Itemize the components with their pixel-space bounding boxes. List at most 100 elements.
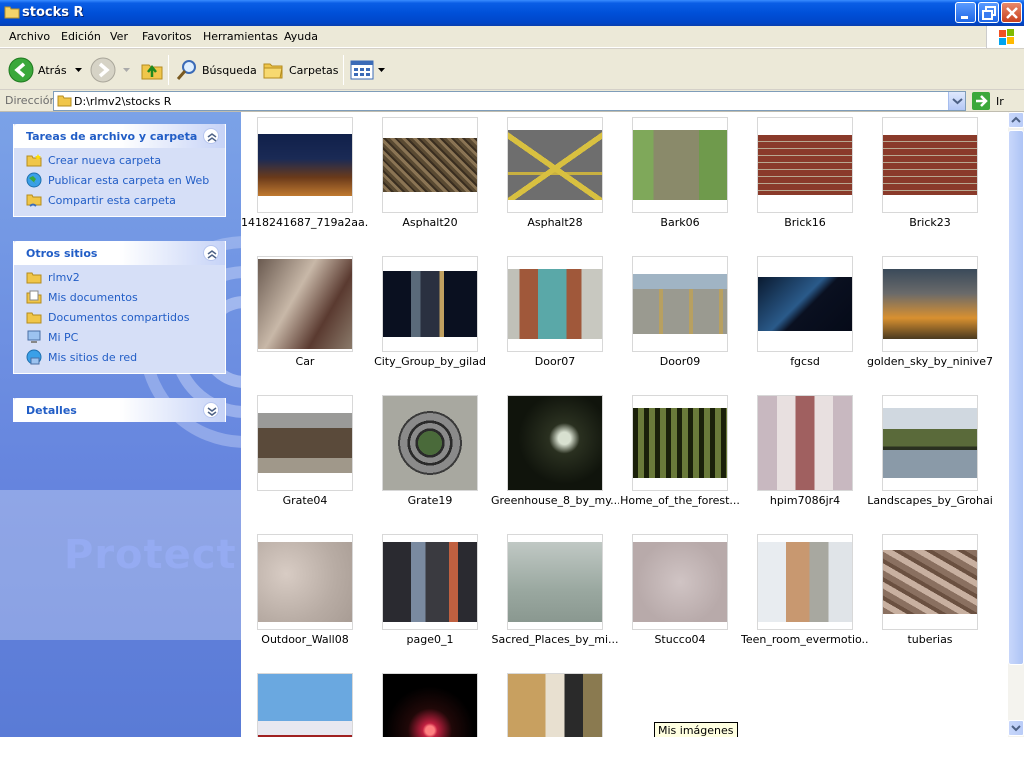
collapse-icon[interactable]: [203, 128, 219, 144]
thumbnail-frame[interactable]: [632, 534, 728, 630]
menu-ayuda[interactable]: Ayuda: [284, 30, 318, 43]
folders-button[interactable]: Carpetas: [262, 55, 338, 85]
file-name[interactable]: Landscapes_by_Grohai: [866, 494, 994, 507]
file-name[interactable]: Car: [241, 355, 369, 368]
menu-ver[interactable]: Ver: [110, 30, 128, 43]
thumbnail-frame[interactable]: [507, 256, 603, 352]
file-thumbnail[interactable]: Door07: [491, 251, 615, 376]
file-thumbnail[interactable]: Car: [241, 251, 365, 376]
thumbnail-frame[interactable]: [507, 117, 603, 213]
thumbnail-view[interactable]: 1418241687_719a2aa... Asphalt20 Asphalt28 B…: [241, 112, 1008, 737]
file-name[interactable]: Teen_room_evermotio...: [741, 633, 869, 646]
back-dropdown-icon[interactable]: [74, 68, 82, 72]
thumbnail-frame[interactable]: [632, 256, 728, 352]
file-thumbnail[interactable]: Bark06: [616, 112, 740, 237]
forward-button[interactable]: [90, 55, 130, 85]
search-button[interactable]: Búsqueda: [175, 55, 257, 85]
file-name[interactable]: Grate19: [366, 494, 494, 507]
file-thumbnail[interactable]: tuberias: [866, 529, 990, 654]
place-shared-documents[interactable]: Documentos compartidos: [14, 307, 225, 327]
file-thumbnail[interactable]: Sacred_Places_by_mi...: [491, 529, 619, 654]
place-rlmv2[interactable]: rlmv2: [14, 267, 225, 287]
file-name[interactable]: Sacred_Places_by_mi...: [491, 633, 619, 646]
thumbnail-frame[interactable]: [257, 673, 353, 737]
thumbnail-frame[interactable]: [382, 673, 478, 737]
thumbnail-frame[interactable]: [882, 117, 978, 213]
thumbnail-frame[interactable]: [507, 534, 603, 630]
file-thumbnail[interactable]: Asphalt28: [491, 112, 615, 237]
thumbnail-frame[interactable]: [757, 395, 853, 491]
other-places-header[interactable]: Otros sitios: [14, 241, 225, 265]
thumbnail-frame[interactable]: [382, 395, 478, 491]
file-thumbnail[interactable]: Stucco04: [616, 529, 740, 654]
collapse-icon[interactable]: [203, 245, 219, 261]
file-name[interactable]: Greenhouse_8_by_my...: [491, 494, 619, 507]
file-thumbnail[interactable]: Grate04: [241, 390, 365, 515]
file-thumbnail[interactable]: fgcsd: [741, 251, 865, 376]
title-bar[interactable]: stocks R: [0, 0, 1024, 26]
file-name[interactable]: Asphalt20: [366, 216, 494, 229]
thumbnail-frame[interactable]: [507, 395, 603, 491]
views-button[interactable]: [350, 55, 385, 85]
scroll-up-button[interactable]: [1008, 112, 1024, 128]
file-thumbnail[interactable]: golden_sky_by_ninive7: [866, 251, 993, 376]
thumbnail-frame[interactable]: [382, 534, 478, 630]
expand-icon[interactable]: [203, 402, 219, 418]
thumbnail-frame[interactable]: [257, 395, 353, 491]
thumbnail-frame[interactable]: [382, 256, 478, 352]
file-thumbnail[interactable]: Landscapes_by_Grohai: [866, 390, 993, 515]
file-name[interactable]: Asphalt28: [491, 216, 619, 229]
file-thumbnail[interactable]: Door09: [616, 251, 740, 376]
file-thumbnail[interactable]: [366, 668, 490, 737]
up-folder-button[interactable]: [140, 55, 164, 85]
close-button[interactable]: [1001, 2, 1022, 23]
file-thumbnail[interactable]: Brick23: [866, 112, 990, 237]
file-name[interactable]: Home_of_the_forest...: [616, 494, 744, 507]
menu-herramientas[interactable]: Herramientas: [203, 30, 278, 43]
thumbnail-frame[interactable]: [882, 256, 978, 352]
menu-edicion[interactable]: Edición: [61, 30, 101, 43]
file-thumbnail[interactable]: Grate19: [366, 390, 490, 515]
file-name[interactable]: Outdoor_Wall08: [241, 633, 369, 646]
thumbnail-frame[interactable]: [757, 117, 853, 213]
publish-web-link[interactable]: Publicar esta carpeta en Web: [14, 170, 225, 190]
file-folder-tasks-header[interactable]: Tareas de archivo y carpeta: [14, 124, 225, 148]
vertical-scrollbar[interactable]: [1008, 112, 1024, 737]
file-name[interactable]: Door07: [491, 355, 619, 368]
thumbnail-frame[interactable]: [382, 117, 478, 213]
file-name[interactable]: Brick16: [741, 216, 869, 229]
file-name[interactable]: tuberias: [866, 633, 994, 646]
file-name[interactable]: City_Group_by_gilad: [366, 355, 494, 368]
address-dropdown-button[interactable]: [948, 92, 965, 110]
scrollbar-thumb[interactable]: [1008, 130, 1024, 665]
file-name[interactable]: Grate04: [241, 494, 369, 507]
thumbnail-frame[interactable]: [257, 117, 353, 213]
file-name[interactable]: Bark06: [616, 216, 744, 229]
file-name[interactable]: Stucco04: [616, 633, 744, 646]
address-field[interactable]: D:\rlmv2\stocks R: [53, 91, 966, 111]
thumbnail-frame[interactable]: [757, 256, 853, 352]
file-thumbnail[interactable]: 1418241687_719a2aa...: [241, 112, 369, 237]
thumbnail-frame[interactable]: [882, 395, 978, 491]
file-thumbnail[interactable]: Teen_room_evermotio...: [741, 529, 869, 654]
details-header[interactable]: Detalles: [14, 398, 225, 422]
back-button[interactable]: Atrás: [8, 55, 82, 85]
file-thumbnail[interactable]: [491, 668, 615, 737]
file-name[interactable]: golden_sky_by_ninive7: [866, 355, 994, 368]
menu-archivo[interactable]: Archivo: [9, 30, 50, 43]
file-thumbnail[interactable]: page0_1: [366, 529, 490, 654]
scroll-down-button[interactable]: [1008, 720, 1024, 736]
file-name[interactable]: fgcsd: [741, 355, 869, 368]
place-network[interactable]: Mis sitios de red: [14, 347, 225, 367]
file-thumbnail[interactable]: [241, 668, 365, 737]
thumbnail-frame[interactable]: [757, 534, 853, 630]
file-thumbnail[interactable]: Outdoor_Wall08: [241, 529, 365, 654]
file-thumbnail[interactable]: hpim7086jr4: [741, 390, 865, 515]
file-thumbnail[interactable]: City_Group_by_gilad: [366, 251, 490, 376]
place-my-documents[interactable]: Mis documentos: [14, 287, 225, 307]
thumbnail-frame[interactable]: [882, 534, 978, 630]
thumbnail-frame[interactable]: [632, 117, 728, 213]
share-folder-link[interactable]: Compartir esta carpeta: [14, 190, 225, 210]
menu-favoritos[interactable]: Favoritos: [142, 30, 192, 43]
file-name[interactable]: Door09: [616, 355, 744, 368]
